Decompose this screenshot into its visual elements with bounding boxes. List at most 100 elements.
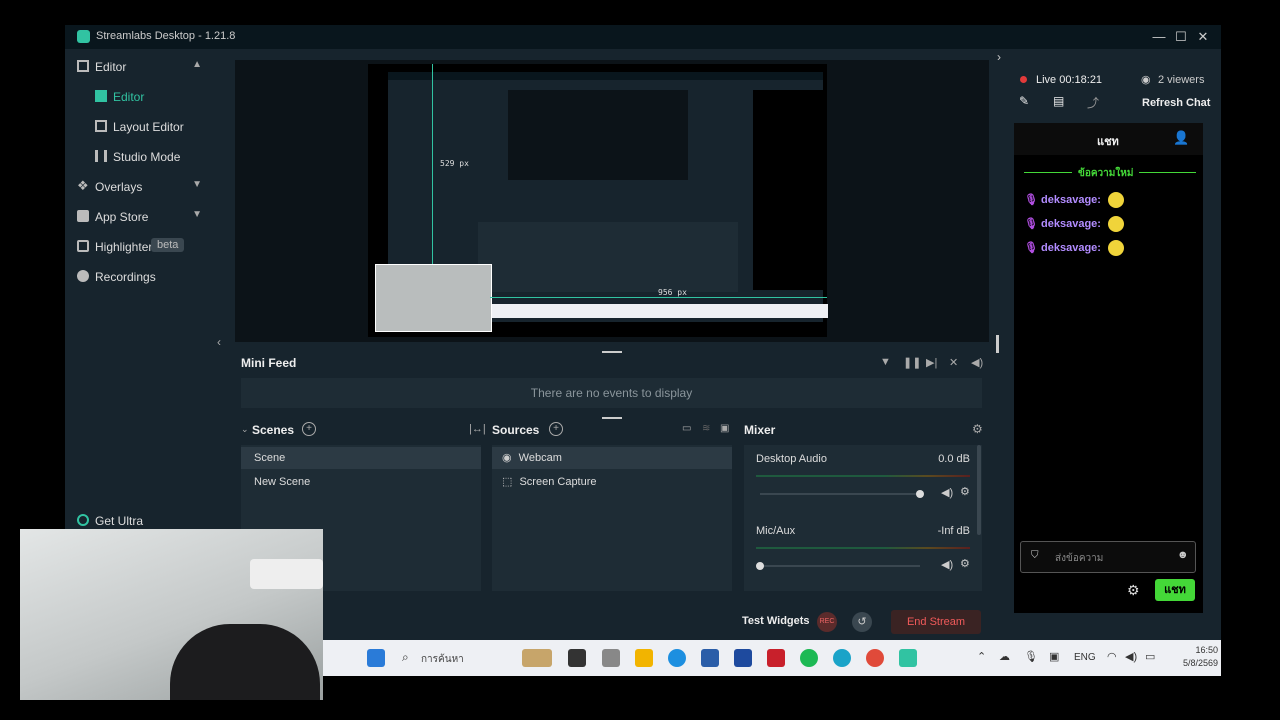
maximize-icon[interactable]: ☐: [1170, 28, 1192, 46]
webcam-overlay: [20, 529, 323, 700]
gear-icon[interactable]: ⚙: [960, 485, 970, 498]
widgets-icon[interactable]: [602, 649, 620, 667]
minifeed-empty-message: There are no events to display: [241, 378, 982, 408]
file-explorer-icon[interactable]: [635, 649, 653, 667]
chat-username[interactable]: deksavage:: [1041, 194, 1101, 206]
sidebar-item-overlays[interactable]: ❖ Overlays ▼: [65, 174, 212, 200]
share-icon[interactable]: ⤴: [1087, 94, 1099, 111]
sidebar-item-app-store[interactable]: App Store ▼: [65, 204, 212, 230]
chrome-icon[interactable]: [866, 649, 884, 667]
sidebar-item-recordings[interactable]: Recordings: [65, 264, 212, 290]
editor-icon: [77, 60, 89, 72]
battery-icon[interactable]: ▭: [1145, 650, 1155, 663]
nested-chat: [753, 90, 823, 290]
volume-slider-knob[interactable]: [756, 562, 764, 570]
pause-icon[interactable]: ❚❚: [903, 356, 921, 369]
collapse-chat-icon[interactable]: ›: [997, 50, 1001, 64]
dashboard-icon[interactable]: ▤: [1053, 94, 1064, 108]
panel-resize-handle[interactable]: [602, 351, 622, 353]
chat-username[interactable]: deksavage:: [1041, 218, 1101, 230]
tray-app-icon[interactable]: ▣: [1049, 650, 1059, 663]
skip-icon[interactable]: ▶|: [926, 356, 937, 369]
task-view-icon[interactable]: [568, 649, 586, 667]
refresh-chat-button[interactable]: Refresh Chat: [1142, 97, 1210, 109]
close-icon[interactable]: ✕: [1192, 28, 1214, 46]
taskbar-search[interactable]: การค้นหา: [421, 652, 464, 667]
scene-item-label: New Scene: [254, 476, 311, 488]
title-bar: Streamlabs Desktop - 1.21.8 — ☐ ✕: [65, 25, 1221, 49]
sidebar-item-editor[interactable]: Editor: [65, 84, 212, 110]
clock-date[interactable]: 5/8/2569: [1168, 658, 1218, 668]
chevron-up-icon[interactable]: ⌃: [977, 650, 986, 663]
microphone-icon[interactable]: 🎙: [1024, 650, 1038, 663]
scene-item[interactable]: Scene: [241, 447, 481, 469]
edit-stream-icon[interactable]: ✎: [1019, 94, 1029, 108]
search-icon[interactable]: ⌕: [402, 650, 409, 665]
collapse-sidebar-icon[interactable]: ‹: [217, 335, 221, 349]
collapse-scenes-icon[interactable]: ⌄: [241, 424, 249, 435]
sidebar-item-label: Overlays: [95, 180, 143, 194]
volume-icon[interactable]: ◀): [941, 486, 953, 499]
volume-slider[interactable]: [760, 493, 920, 495]
filter-icon[interactable]: ▼: [880, 356, 891, 368]
wifi-icon[interactable]: ◠: [1107, 650, 1117, 663]
spotify-icon[interactable]: [800, 649, 818, 667]
end-stream-button[interactable]: End Stream: [891, 610, 981, 634]
gear-icon[interactable]: ⚙: [960, 557, 970, 570]
nested-docks: [478, 222, 738, 292]
mixer-scrollbar[interactable]: [977, 445, 981, 535]
edge-icon[interactable]: [668, 649, 686, 667]
sidebar-section-editor[interactable]: Editor ▲: [65, 54, 212, 80]
store-icon[interactable]: [701, 649, 719, 667]
sidebar-item-layout-editor[interactable]: Layout Editor: [65, 114, 212, 140]
minimize-icon[interactable]: —: [1148, 28, 1170, 46]
dock-resize-handle[interactable]: [602, 417, 622, 419]
sidebar-item-highlighter[interactable]: Highlighter beta: [65, 234, 212, 260]
canva-icon[interactable]: [833, 649, 851, 667]
selective-recording-icon[interactable]: ▭: [682, 423, 691, 434]
emoji-icon[interactable]: ☻: [1177, 549, 1189, 561]
mcafee-icon[interactable]: [767, 649, 785, 667]
source-item-screen-capture[interactable]: ⬚ Screen Capture: [492, 471, 732, 493]
scene-item[interactable]: New Scene: [241, 471, 481, 493]
badge-icon[interactable]: ⛉: [1031, 550, 1039, 561]
language-indicator[interactable]: ENG: [1074, 652, 1096, 663]
add-scene-icon[interactable]: +: [302, 422, 316, 436]
chat-username[interactable]: deksavage:: [1041, 242, 1101, 254]
mute-alerts-icon[interactable]: ✕: [949, 356, 958, 369]
add-source-icon[interactable]: +: [549, 422, 563, 436]
chat-send-button[interactable]: แชท: [1155, 579, 1195, 601]
source-item-webcam[interactable]: ◉ Webcam: [492, 447, 732, 469]
replay-buffer-icon[interactable]: ↺: [852, 612, 872, 632]
sidebar-item-studio-mode[interactable]: Studio Mode: [65, 144, 212, 170]
app-icon[interactable]: [734, 649, 752, 667]
add-folder-icon[interactable]: ▣: [720, 423, 729, 434]
chat-message: 🎙 deksavage:: [1024, 216, 1125, 238]
streamlabs-icon[interactable]: [899, 649, 917, 667]
webcam-source-box[interactable]: [375, 264, 492, 332]
scenes-title: Scenes: [252, 423, 295, 437]
gear-icon[interactable]: ⚙: [1127, 582, 1140, 599]
sidebar-item-label: Layout Editor: [113, 120, 184, 134]
volume-slider-knob[interactable]: [916, 490, 924, 498]
users-icon[interactable]: 👤: [1173, 130, 1189, 146]
screen-capture-source[interactable]: 529 px 956 px: [368, 64, 828, 337]
gear-icon[interactable]: ⚙: [972, 422, 983, 436]
record-button[interactable]: REC: [817, 612, 837, 632]
clock-time[interactable]: 16:50: [1180, 645, 1218, 655]
beta-badge: beta: [151, 238, 185, 252]
scene-transitions-icon[interactable]: |↔|: [469, 423, 486, 435]
chat-input[interactable]: ⛉ ส่งข้อความ ☻: [1020, 541, 1196, 573]
chat-tab[interactable]: แชท: [1097, 132, 1119, 150]
chat-resize-handle[interactable]: [996, 335, 999, 353]
speaker-icon[interactable]: ◀): [1125, 650, 1137, 663]
volume-icon[interactable]: ◀): [941, 558, 953, 571]
screen-capture-icon: ⬚: [502, 476, 513, 488]
chat-message: 🎙 deksavage:: [1024, 192, 1125, 214]
volume-icon[interactable]: ◀): [971, 356, 983, 369]
onedrive-icon[interactable]: ☁: [999, 650, 1010, 663]
windows-start-icon[interactable]: [367, 649, 385, 667]
volume-slider[interactable]: [760, 565, 920, 567]
test-widgets-label[interactable]: Test Widgets: [742, 615, 810, 627]
mixer-settings-icon[interactable]: ≋: [702, 423, 710, 434]
